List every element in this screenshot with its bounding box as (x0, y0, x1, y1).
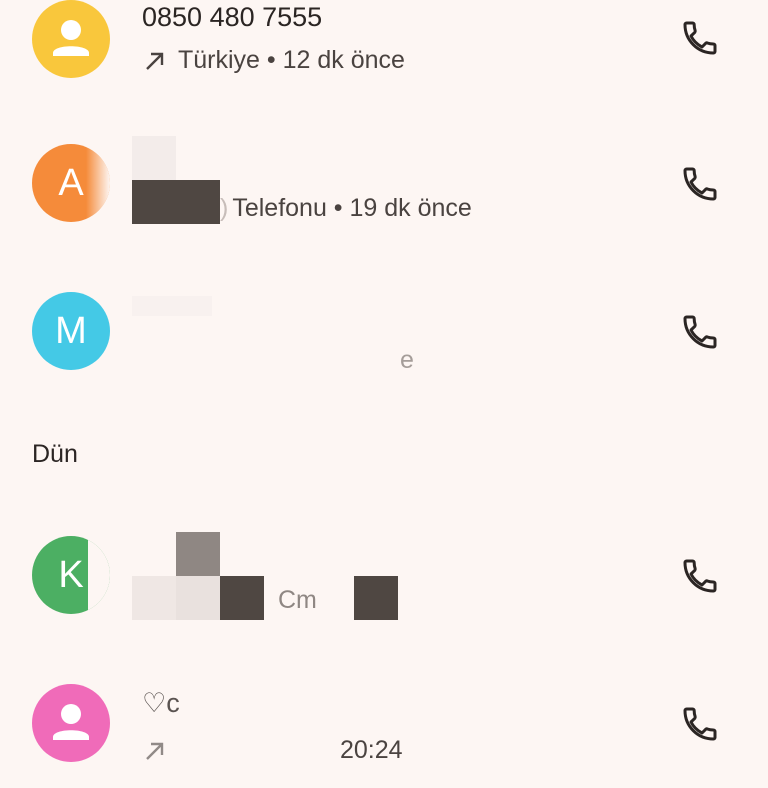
redaction-block (354, 576, 398, 620)
call-detail-text: Türkiye • 12 dk önce (178, 46, 405, 74)
call-button[interactable] (672, 10, 728, 66)
call-detail-text: 20:24 (340, 736, 403, 764)
redaction-block (176, 180, 220, 224)
outgoing-arrow-icon (146, 52, 164, 70)
call-detail-prefix: ) (220, 194, 229, 222)
redaction-block (88, 536, 110, 614)
call-log-item[interactable]: 0850 480 7555 Türkiye • 12 dk önce (0, 0, 768, 104)
phone-icon (683, 167, 717, 201)
call-detail: 20:24 (142, 736, 403, 765)
phone-icon (683, 707, 717, 741)
call-detail-text: Cm (278, 586, 317, 614)
call-detail: ) Telefonu • 19 dk önce (220, 194, 472, 223)
call-detail: Cm (278, 586, 317, 615)
redaction-block (220, 576, 264, 620)
call-detail-text: e (400, 346, 414, 374)
avatar-letter: K (58, 553, 84, 596)
call-detail: e (400, 346, 414, 375)
call-detail-text: Telefonu • 19 dk önce (232, 194, 472, 222)
contact-avatar: A (32, 144, 110, 222)
section-header-yesterday: Dün (32, 440, 78, 468)
call-button[interactable] (672, 548, 728, 604)
person-icon (53, 20, 89, 56)
call-detail: Türkiye • 12 dk önce (142, 46, 405, 75)
call-log-item[interactable]: K Cm (0, 520, 768, 640)
redaction-block (132, 136, 176, 180)
phone-icon (683, 315, 717, 349)
outgoing-arrow-icon (146, 742, 164, 760)
redaction-block (86, 144, 110, 222)
avatar-letter: M (55, 309, 87, 352)
call-log-item[interactable]: M e (0, 276, 768, 396)
contact-avatar: K (32, 536, 110, 614)
phone-icon (683, 559, 717, 593)
contact-number: 0850 480 7555 (142, 2, 323, 32)
call-button[interactable] (672, 696, 728, 752)
redaction-block (176, 532, 220, 576)
contact-avatar (32, 684, 110, 762)
contact-avatar: M (32, 292, 110, 370)
call-log-item[interactable]: A ) Telefonu • 19 dk önce (0, 130, 768, 250)
contact-name: ♡c (142, 688, 180, 718)
redaction-block (132, 180, 176, 224)
phone-icon (683, 21, 717, 55)
person-icon (53, 704, 89, 740)
avatar-letter: A (58, 161, 84, 204)
call-button[interactable] (672, 304, 728, 360)
redaction-block (132, 296, 212, 316)
redaction-block (176, 576, 220, 620)
call-button[interactable] (672, 156, 728, 212)
contact-avatar (32, 0, 110, 78)
redaction-block (132, 576, 176, 620)
call-log-item[interactable]: ♡c 20:24 (0, 668, 768, 788)
